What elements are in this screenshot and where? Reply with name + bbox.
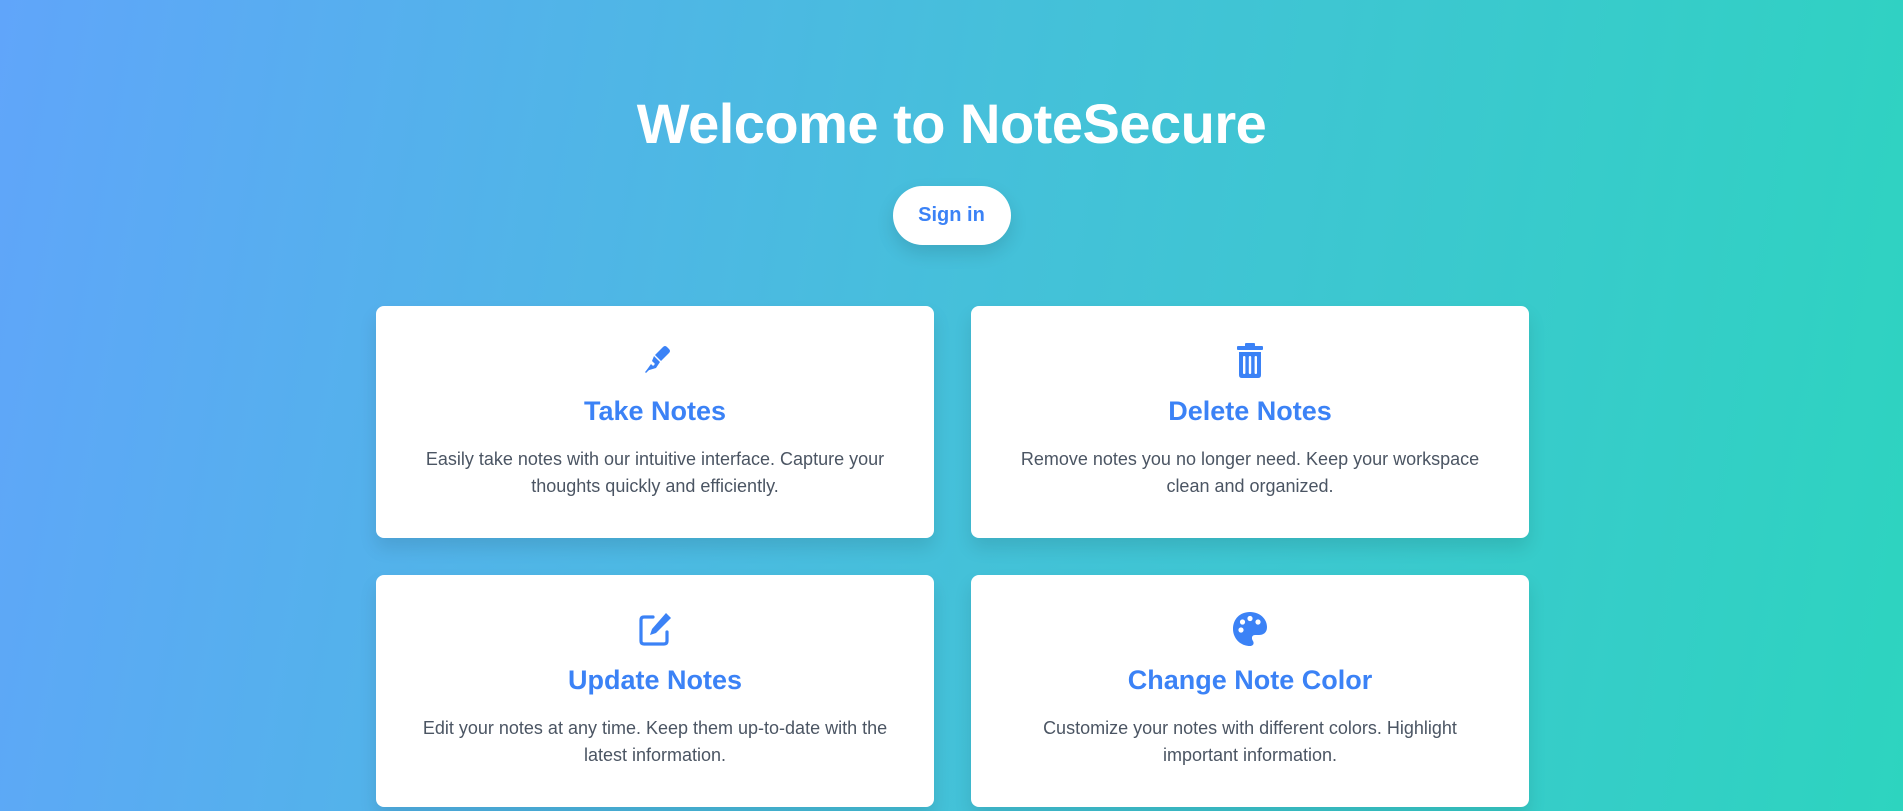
feature-title: Take Notes: [583, 396, 727, 426]
feature-title: Delete Notes: [1168, 396, 1332, 426]
edit-icon: [639, 613, 671, 646]
sign-in-button[interactable]: Sign in: [892, 186, 1011, 245]
feature-card-delete-notes[interactable]: Delete Notes Remove notes you no longer …: [971, 306, 1529, 538]
feature-card-take-notes[interactable]: Take Notes Easily take notes with our in…: [376, 306, 934, 538]
feature-description: Easily take notes with our intuitive int…: [425, 449, 885, 496]
feature-card-change-note-color[interactable]: Change Note Color Customize your notes w…: [971, 575, 1529, 807]
page-title: Welcome to NoteSecure: [636, 92, 1267, 155]
feature-description: Edit your notes at any time. Keep them u…: [422, 718, 888, 765]
feature-title: Change Note Color: [1127, 665, 1373, 695]
feature-description: Remove notes you no longer need. Keep yo…: [1020, 449, 1480, 496]
features-grid: Take Notes Easily take notes with our in…: [376, 306, 1529, 807]
pen-icon: [645, 346, 670, 373]
feature-card-update-notes[interactable]: Update Notes Edit your notes at any time…: [376, 575, 934, 807]
palette-icon: [1233, 612, 1267, 646]
feature-description: Customize your notes with different colo…: [1043, 718, 1457, 765]
hero-section: Welcome to NoteSecure Sign in: [0, 88, 1903, 245]
trash-icon: [1237, 343, 1263, 378]
feature-title: Update Notes: [567, 665, 743, 695]
